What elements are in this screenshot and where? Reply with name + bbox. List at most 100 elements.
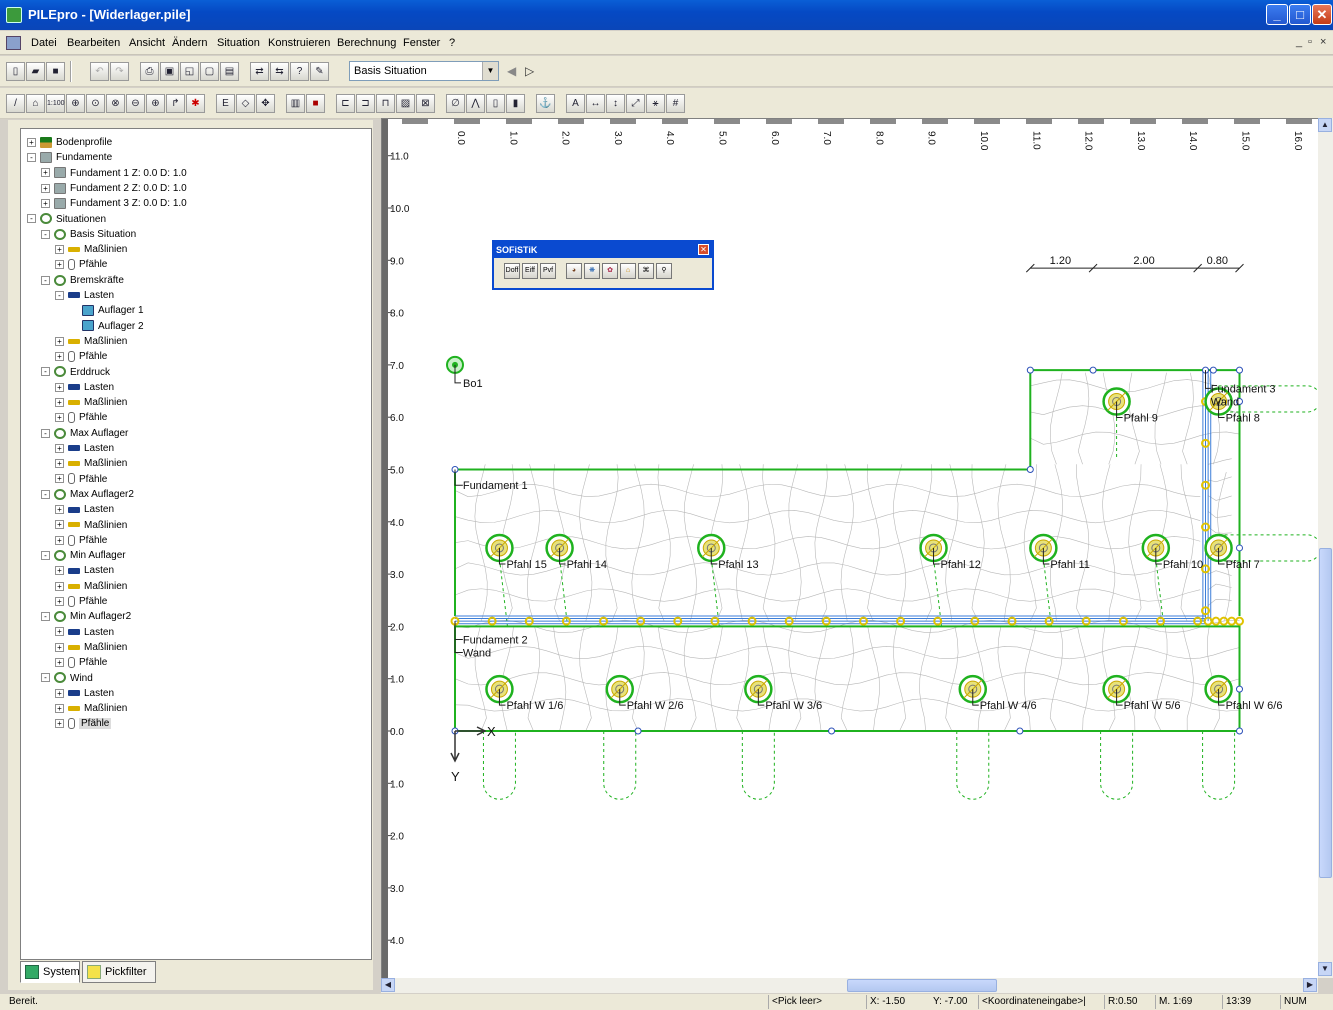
scale-1-100-icon[interactable]: 1:100 — [46, 94, 65, 113]
tree-item[interactable]: + Pfähle — [55, 594, 107, 609]
report-icon[interactable]: ▤ — [220, 62, 239, 81]
expand-icon[interactable]: + — [55, 566, 64, 576]
expand-icon[interactable]: + — [55, 397, 64, 407]
expand-icon[interactable]: + — [55, 658, 64, 668]
expand-icon[interactable]: + — [41, 199, 50, 209]
redo-icon[interactable]: ↷ — [110, 62, 129, 81]
mdi-minimize-button[interactable]: _ — [1296, 36, 1302, 48]
tab-pickfilter[interactable]: Pickfilter — [82, 961, 156, 983]
dim-vertical-icon[interactable]: ↕ — [606, 94, 625, 113]
foundation-2-icon[interactable]: ⊐ — [356, 94, 375, 113]
tree-item[interactable]: + Pfähle — [55, 349, 107, 364]
tree-item[interactable]: Auflager 2 — [69, 319, 144, 334]
expand-icon[interactable]: + — [55, 642, 64, 652]
vertical-scrollbar[interactable]: ▲ ▼ — [1318, 118, 1333, 978]
situation-select[interactable]: Basis Situation ▼ — [349, 61, 499, 81]
save-icon[interactable]: ■ — [46, 62, 65, 81]
menu-ansicht[interactable]: Ansicht — [129, 37, 165, 49]
document-icon[interactable] — [6, 36, 21, 50]
mdi-close-button[interactable]: × — [1320, 36, 1326, 48]
situation-add-icon[interactable]: ⇄ — [250, 62, 269, 81]
scroll-left-icon[interactable]: ◀ — [381, 978, 395, 992]
expand-icon[interactable]: + — [55, 459, 64, 469]
sofistik-doff-button[interactable]: Doff — [504, 263, 520, 279]
scroll-down-icon[interactable]: ▼ — [1318, 962, 1332, 976]
expand-icon[interactable]: + — [55, 520, 64, 530]
menu-help[interactable]: ? — [449, 37, 455, 49]
tree-item[interactable]: - Basis Situation — [41, 227, 136, 242]
tree-item[interactable]: + Pfähle — [55, 716, 112, 731]
tree-item[interactable]: + Maßlinien — [55, 242, 127, 257]
minimize-button[interactable]: _ — [1266, 4, 1288, 25]
tree-item[interactable]: + Maßlinien — [55, 640, 127, 655]
snap-icon[interactable]: ✱ — [186, 94, 205, 113]
zoom-in-icon[interactable]: ⊕ — [146, 94, 165, 113]
pile-2-icon[interactable]: ⋀ — [466, 94, 485, 113]
tree-item[interactable]: + Lasten — [55, 502, 114, 517]
tree-item[interactable]: - Lasten — [55, 288, 114, 303]
collapse-icon[interactable]: - — [41, 229, 50, 239]
collapse-icon[interactable]: - — [27, 214, 36, 224]
system-tree[interactable]: + Bodenprofile - Fundamente + Fundament 1 Z: … — [20, 128, 372, 960]
title-bar[interactable]: PILEpro - [Widerlager.pile] _ □ ✕ — [0, 0, 1333, 30]
tab-system[interactable]: System — [20, 961, 80, 983]
tree-item[interactable]: - Min Auflager2 — [41, 609, 131, 624]
maximize-button[interactable]: □ — [1289, 4, 1311, 25]
tree-item[interactable]: + Pfähle — [55, 257, 107, 272]
menu-datei[interactable]: Datei — [31, 37, 57, 49]
tree-item[interactable]: + Maßlinien — [55, 395, 127, 410]
menu-bearbeiten[interactable]: Bearbeiten — [67, 37, 120, 49]
tree-item[interactable]: + Pfähle — [55, 655, 107, 670]
tree-item[interactable]: + Lasten — [55, 563, 114, 578]
tree-item[interactable]: + Lasten — [55, 686, 114, 701]
tree-item[interactable]: + Fundament 3 Z: 0.0 D: 1.0 — [41, 196, 187, 211]
tree-item[interactable]: + Lasten — [55, 625, 114, 640]
scroll-right-icon[interactable]: ▶ — [1303, 978, 1317, 992]
expand-icon[interactable]: + — [41, 168, 50, 178]
tree-item[interactable]: - Fundamente — [27, 150, 112, 165]
tree-item[interactable]: + Lasten — [55, 380, 114, 395]
expand-icon[interactable]: + — [55, 336, 64, 346]
sofistik-tool-6-icon[interactable]: ⚲ — [656, 263, 672, 279]
expand-icon[interactable]: + — [55, 627, 64, 637]
tree-item[interactable]: - Erddruck — [41, 365, 110, 380]
menu-aendern[interactable]: Ändern — [172, 37, 207, 49]
calc-icon[interactable]: ▣ — [160, 62, 179, 81]
close-button[interactable]: ✕ — [1312, 4, 1332, 25]
dim-free-icon[interactable]: ⤢ — [626, 94, 645, 113]
expand-icon[interactable]: + — [55, 352, 64, 362]
expand-icon[interactable]: + — [55, 703, 64, 713]
sofistik-lock-icon[interactable]: ⌂ — [620, 263, 636, 279]
tree-item[interactable]: + Bodenprofile — [27, 135, 112, 150]
eraser-icon[interactable]: ◇ — [236, 94, 255, 113]
tree-item[interactable]: + Pfähle — [55, 410, 107, 425]
pen-icon[interactable]: / — [6, 94, 25, 113]
expand-icon[interactable]: + — [55, 260, 64, 270]
expand-icon[interactable]: + — [55, 581, 64, 591]
open-icon[interactable]: ▰ — [26, 62, 45, 81]
collapse-icon[interactable]: - — [41, 275, 50, 285]
foundation-4-icon[interactable]: ▨ — [396, 94, 415, 113]
next-situation-icon[interactable]: ▷ — [525, 64, 534, 78]
tree-item[interactable]: + Maßlinien — [55, 579, 127, 594]
text-icon[interactable]: E — [216, 94, 235, 113]
menu-konstruieren[interactable]: Konstruieren — [268, 37, 330, 49]
expand-icon[interactable]: + — [55, 505, 64, 515]
tree-item[interactable]: - Max Auflager — [41, 426, 128, 441]
collapse-icon[interactable]: - — [41, 428, 50, 438]
select-icon[interactable]: ⌂ — [26, 94, 45, 113]
sofistik-tool-3-icon[interactable]: ✿ — [602, 263, 618, 279]
collapse-icon[interactable]: - — [41, 550, 50, 560]
pile-3-icon[interactable]: ▯ — [486, 94, 505, 113]
horizontal-scroll-thumb[interactable] — [847, 979, 997, 992]
load-icon[interactable]: ⚹ — [646, 94, 665, 113]
zoom-out-icon[interactable]: ⊖ — [126, 94, 145, 113]
tree-item[interactable]: + Fundament 1 Z: 0.0 D: 1.0 — [41, 166, 187, 181]
expand-icon[interactable]: + — [55, 413, 64, 423]
tree-item[interactable]: + Maßlinien — [55, 334, 127, 349]
tree-item[interactable]: + Lasten — [55, 441, 114, 456]
collapse-icon[interactable]: - — [41, 673, 50, 683]
anchor-icon[interactable]: ⚓ — [536, 94, 555, 113]
vertical-scroll-thumb[interactable] — [1319, 548, 1332, 878]
mdi-restore-button[interactable]: ▫ — [1308, 36, 1312, 48]
